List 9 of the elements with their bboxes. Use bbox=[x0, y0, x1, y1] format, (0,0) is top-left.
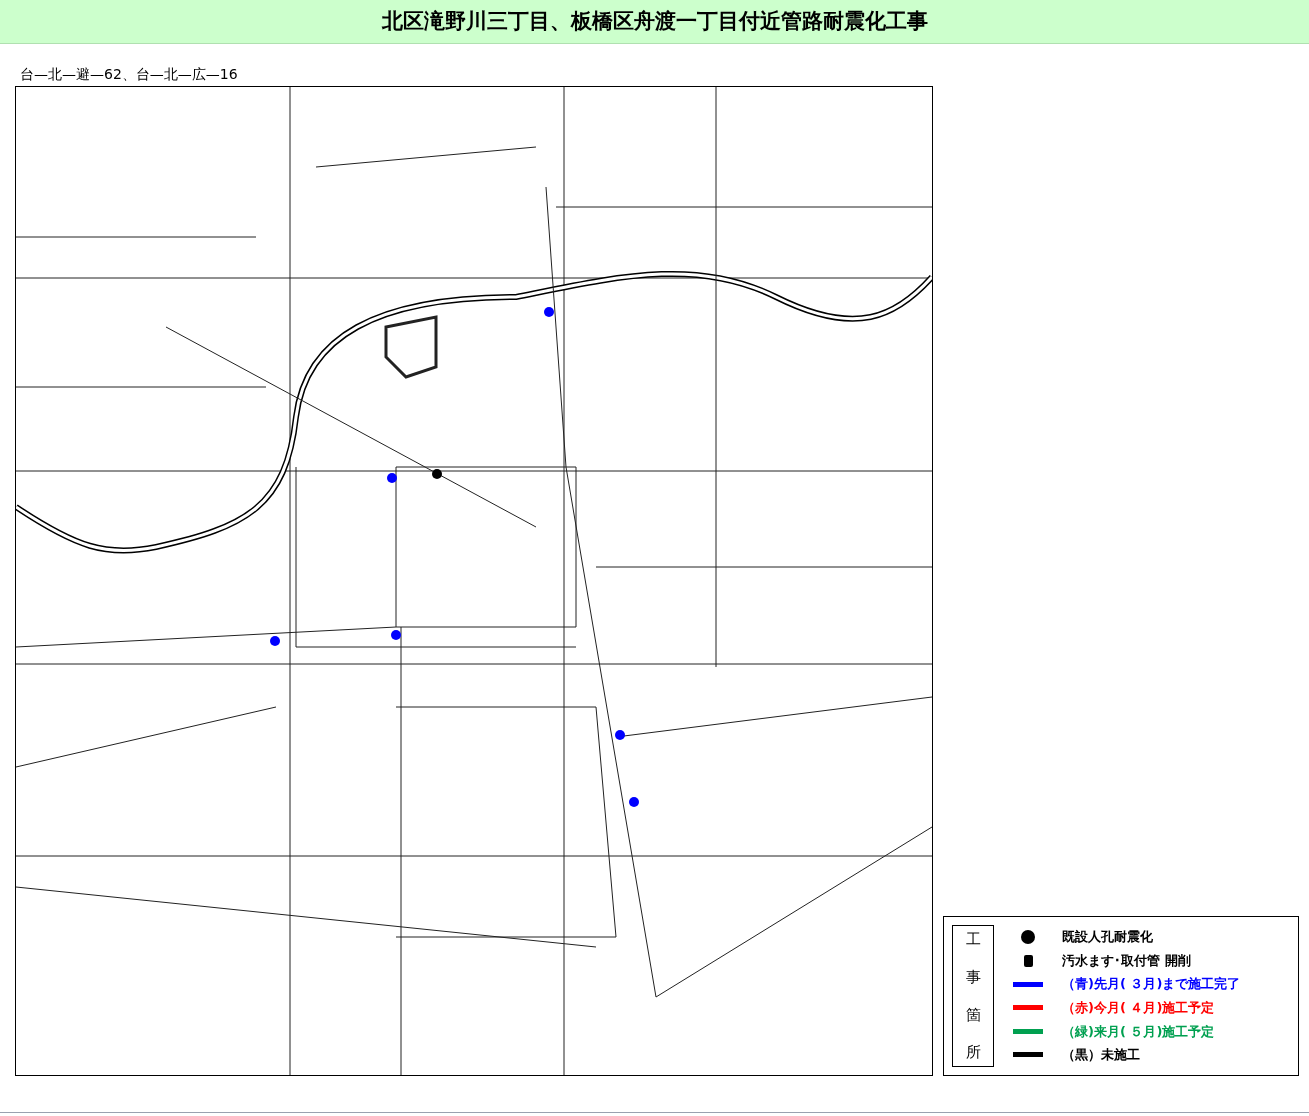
legend-label: （青)先月( ３月)まで施工完了 bbox=[1062, 975, 1241, 994]
route-code: 台—北—避—62、台—北—広—16 bbox=[20, 66, 238, 82]
legend-label: （緑)来月( ５月)施工予定 bbox=[1062, 1022, 1215, 1041]
legend-heading: 工 事 箇 所 bbox=[952, 925, 994, 1067]
legend-label: 既設人孔耐震化 bbox=[1062, 928, 1153, 947]
page-title: 北区滝野川三丁目、板橋区舟渡一丁目付近管路耐震化工事 bbox=[381, 7, 928, 35]
legend-label: 汚水ます･取付管 開削 bbox=[1062, 951, 1191, 970]
legend-label: （黒）未施工 bbox=[1062, 1046, 1140, 1065]
legend-label: （赤)今月( ４月)施工予定 bbox=[1062, 999, 1215, 1018]
